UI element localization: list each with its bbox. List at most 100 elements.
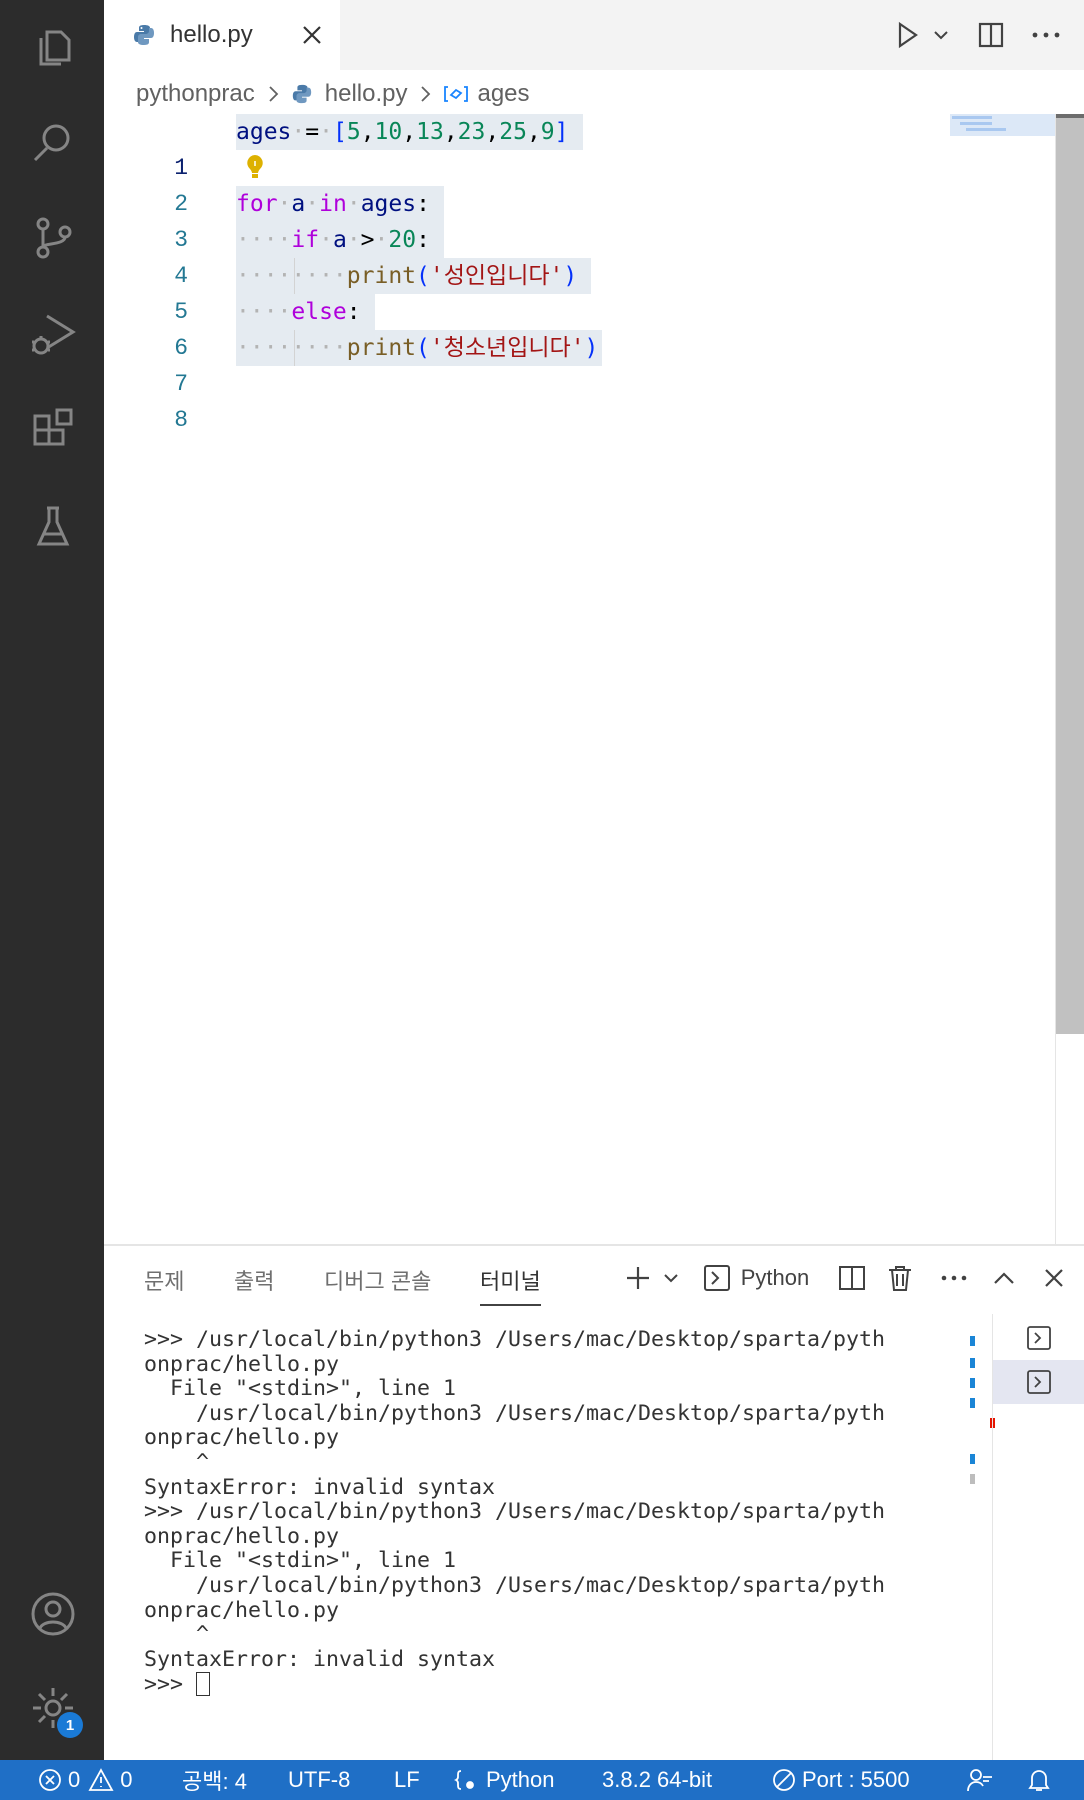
indentation-status[interactable]: 공백: 4 <box>182 1760 247 1800</box>
terminal-line: >>> /usr/local/bin/python3 /Users/mac/De… <box>144 1327 886 1352</box>
terminal-dropdown-chevron-icon[interactable] <box>656 1256 686 1300</box>
close-icon[interactable] <box>298 21 326 49</box>
warning-icon <box>88 1768 114 1791</box>
terminal-line: ^ <box>144 1449 210 1475</box>
accounts-icon[interactable] <box>27 1588 79 1640</box>
search-icon[interactable] <box>27 116 79 168</box>
code-text: ages·=·[5,10,13,23,25,9] <box>236 114 583 150</box>
scrollbar-shadow <box>1056 114 1084 118</box>
trash-icon[interactable] <box>878 1256 922 1300</box>
interpreter-status[interactable]: 3.8.2 64-bit <box>602 1760 712 1800</box>
terminal-icon <box>1026 1326 1051 1350</box>
explorer-icon[interactable] <box>27 22 79 74</box>
terminal-scroll-markers <box>970 1336 995 1736</box>
problems-status[interactable]: 0 0 <box>38 1760 133 1800</box>
terminal-line: onprac/hello.py <box>144 1425 340 1451</box>
notifications-bell-icon[interactable] <box>1026 1760 1058 1800</box>
terminal-prompt-line: >>> <box>144 1672 974 1698</box>
editor-tab-strip: hello.py <box>104 0 1084 70</box>
chevron-right-icon <box>269 86 279 102</box>
code-text: ········print('청소년입니다') <box>236 330 603 366</box>
language-mode: Python <box>486 1767 555 1792</box>
activity-bar: 1 <box>0 0 104 1760</box>
code-editor[interactable]: 1 ages·=·[5,10,13,23,25,9] 2 3 for·a·in·… <box>104 114 1056 1244</box>
terminal-line: /usr/local/bin/python3 /Users/mac/Deskto… <box>144 1572 886 1598</box>
code-text: ········print('성인입니다') <box>236 258 592 294</box>
braces-icon <box>454 1770 474 1790</box>
breadcrumb-folder[interactable]: pythonprac <box>136 80 255 108</box>
tab-terminal[interactable]: 터미널 <box>480 1264 541 1306</box>
error-count: 0 <box>68 1767 81 1792</box>
terminal-line: onprac/hello.py <box>144 1351 340 1377</box>
split-terminal-icon[interactable] <box>830 1256 874 1300</box>
python-file-icon <box>292 84 311 104</box>
run-debug-icon[interactable] <box>27 308 79 360</box>
eol-status[interactable]: LF <box>394 1760 420 1800</box>
manage-gear-icon[interactable]: 1 <box>27 1682 83 1738</box>
run-python-button[interactable] <box>890 15 926 55</box>
code-line: 8 <box>104 366 1056 433</box>
terminal-icon <box>1026 1370 1051 1394</box>
extensions-icon[interactable] <box>27 404 79 456</box>
indent-guide <box>294 330 295 366</box>
code-text: ····else: <box>236 294 375 330</box>
tab-hello-py[interactable]: hello.py <box>104 0 340 70</box>
maximize-panel-chevron-up-icon[interactable] <box>982 1256 1026 1300</box>
indent-guide <box>294 258 295 294</box>
terminal-line: ^ <box>144 1622 210 1648</box>
panel-actions: Python <box>620 1256 1076 1300</box>
code-line: 5 ········print('성인입니다') <box>104 258 1056 325</box>
tab-problems[interactable]: 문제 <box>144 1264 184 1304</box>
code-line: 3 for·a·in·ages: <box>104 186 1056 253</box>
terminal-name: Python <box>740 1265 810 1290</box>
new-terminal-plus-icon[interactable] <box>620 1256 656 1300</box>
terminal-prompt: >>> <box>144 1672 197 1698</box>
terminal-line: /usr/local/bin/python3 /Users/mac/Deskto… <box>144 1400 886 1426</box>
terminal-line: >>> /usr/local/bin/python3 /Users/mac/De… <box>144 1499 886 1525</box>
terminal-list-item-active[interactable] <box>993 1360 1084 1404</box>
more-actions-icon[interactable] <box>1016 15 1076 55</box>
close-panel-icon[interactable] <box>1032 1256 1076 1300</box>
breadcrumb-file-label: hello.py <box>324 80 408 107</box>
live-server-status[interactable]: Port : 5500 <box>772 1760 910 1800</box>
code-text: ····if·a·>·20: <box>236 222 444 258</box>
breadcrumb-symbol[interactable]: ages <box>443 80 530 108</box>
code-line: 4 ····if·a·>·20: <box>104 222 1056 289</box>
terminal-cursor <box>196 1672 211 1697</box>
terminal-line: onprac/hello.py <box>144 1523 340 1549</box>
code-line: 7 ········print('청소년입니다') <box>104 330 1056 397</box>
lightbulb-icon[interactable] <box>242 152 268 184</box>
breadcrumb-symbol-label: ages <box>477 80 530 107</box>
terminal-selector[interactable]: Python <box>696 1256 816 1300</box>
code-line: 1 ages·=·[5,10,13,23,25,9] <box>104 114 1056 181</box>
feedback-icon[interactable] <box>966 1760 1000 1800</box>
tab-output[interactable]: 출력 <box>234 1264 274 1304</box>
no-entry-icon <box>773 1769 795 1791</box>
terminal-line: onprac/hello.py <box>144 1597 340 1623</box>
breadcrumb-file[interactable]: hello.py <box>291 80 408 108</box>
minimap[interactable] <box>950 114 1060 144</box>
variable-icon <box>444 86 469 102</box>
terminal-list-item[interactable] <box>993 1316 1084 1360</box>
terminal-line: SyntaxError: invalid syntax <box>144 1646 496 1672</box>
code-line: 6 ····else: <box>104 294 1056 361</box>
terminal-output[interactable]: >>> /usr/local/bin/python3 /Users/mac/De… <box>144 1327 974 1698</box>
run-dropdown-chevron-icon[interactable] <box>926 15 956 55</box>
breadcrumb: pythonprac hello.py ages <box>136 76 530 112</box>
testing-flask-icon[interactable] <box>27 500 79 552</box>
terminal-line: File "<stdin>", line 1 <box>144 1548 457 1574</box>
terminal-icon <box>703 1265 730 1291</box>
tab-debug-console[interactable]: 디버그 콘솔 <box>324 1264 431 1304</box>
encoding-status[interactable]: UTF-8 <box>288 1760 350 1800</box>
language-mode-status[interactable]: Python <box>454 1760 555 1800</box>
chevron-right-icon <box>421 86 431 102</box>
editor-scrollbar-thumb[interactable] <box>1056 114 1084 1034</box>
status-bar: 0 0 공백: 4 UTF-8 LF Python 3.8.2 64-bit P… <box>0 1760 1084 1800</box>
error-icon <box>39 1769 61 1791</box>
more-actions-icon[interactable] <box>932 1256 976 1300</box>
python-file-icon <box>134 25 154 45</box>
line-number: 8 <box>174 407 188 433</box>
live-server-port: Port : 5500 <box>802 1767 910 1792</box>
split-editor-icon[interactable] <box>966 15 1016 55</box>
source-control-icon[interactable] <box>27 212 79 264</box>
